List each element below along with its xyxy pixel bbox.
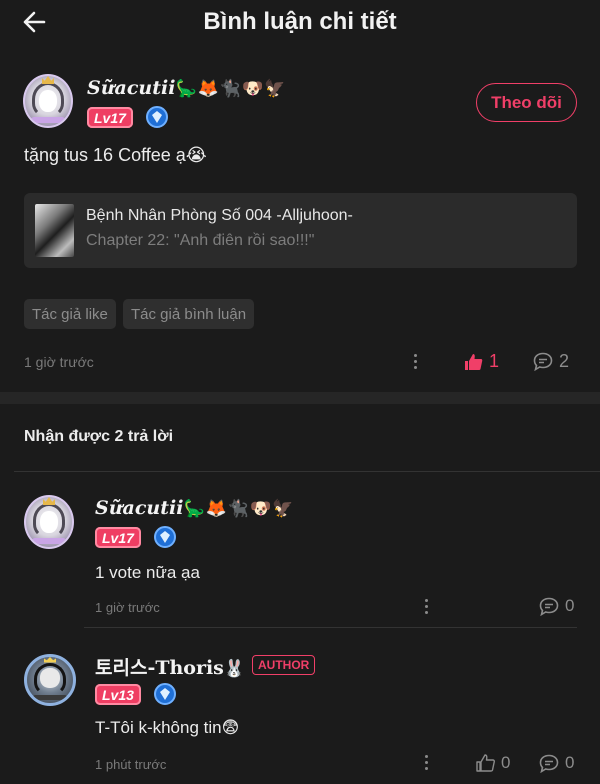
tag-author-comment: Tác giả bình luận [123,299,255,329]
like-button[interactable]: 1 [464,351,499,372]
divider [14,471,600,472]
comment-bubble-icon [539,597,559,616]
username-emojis: 🦕🦊🐈‍⬛🐶🦅 [175,79,287,99]
username-text: 토리스-Thoris [95,657,224,679]
comment-username[interactable]: Sữacutii🦕🦊🐈‍⬛🐶🦅 [87,77,286,99]
reply-count-button[interactable]: 0 [539,596,574,616]
reply-avatar[interactable] [24,495,74,549]
more-options-icon[interactable] [414,354,418,369]
story-chapter: Chapter 22: "Anh điên rồi sao!!!" [86,232,315,249]
thumbs-up-icon [465,353,483,370]
username-text: Sữacutii [95,497,184,519]
comment-text: tặng tus 16 Coffee ạ😭 [24,145,207,165]
comment-bubble-icon [533,352,553,371]
reply-username[interactable]: 토리스-Thoris🐰 [95,653,246,680]
gem-badge-icon [154,526,176,548]
level-badge: Lv13 [95,684,141,705]
top-bar: Bình luận chi tiết [0,0,600,44]
story-card[interactable]: Bệnh Nhân Phòng Số 004 -Alljuhoon- Chapt… [24,193,577,268]
reply-text: T-Tôi k-không tin😨 [95,718,240,737]
story-thumbnail [35,204,74,257]
reply-count: 2 [559,351,570,371]
comment-bubble-icon [539,754,559,773]
level-badge: Lv17 [87,107,133,128]
like-button[interactable]: 0 [476,753,510,773]
reply-time: 1 giờ trước [95,600,160,615]
reply-time: 1 phút trước [95,757,167,772]
level-badge: Lv17 [95,527,141,548]
arrow-left-icon [23,11,46,33]
reply-avatar[interactable] [24,654,76,706]
gem-badge-icon [146,106,168,128]
page-title: Bình luận chi tiết [203,8,397,35]
reply-count-button[interactable]: 0 [539,753,574,773]
like-count: 1 [489,351,500,371]
reply-text: 1 vote nữa ạa [95,563,200,582]
username-emojis: 🐰 [223,659,247,679]
section-divider [0,392,600,404]
follow-button[interactable]: Theo dõi [476,83,577,122]
gem-badge-icon [154,683,176,705]
avatar[interactable] [23,74,73,128]
comment-time: 1 giờ trước [24,354,94,370]
divider [84,627,577,628]
username-text: Sữacutii [87,77,176,99]
story-title: Bệnh Nhân Phòng Số 004 -Alljuhoon- [86,207,353,224]
reply-count-button[interactable]: 2 [533,351,569,372]
back-button[interactable] [14,6,54,38]
more-options-icon[interactable] [425,755,429,770]
more-options-icon[interactable] [425,599,429,614]
like-count: 0 [501,753,511,772]
username-emojis: 🦕🦊🐈‍⬛🐶🦅 [183,499,295,519]
reply-count: 0 [565,753,575,772]
reply-count: 0 [565,596,575,615]
tag-author-like: Tác giả like [24,299,116,329]
thumbs-up-icon [476,754,495,772]
reply-username[interactable]: Sữacutii🦕🦊🐈‍⬛🐶🦅 [95,497,294,519]
replies-header: Nhận được 2 trả lời [24,428,174,445]
author-badge: AUTHOR [252,655,316,675]
